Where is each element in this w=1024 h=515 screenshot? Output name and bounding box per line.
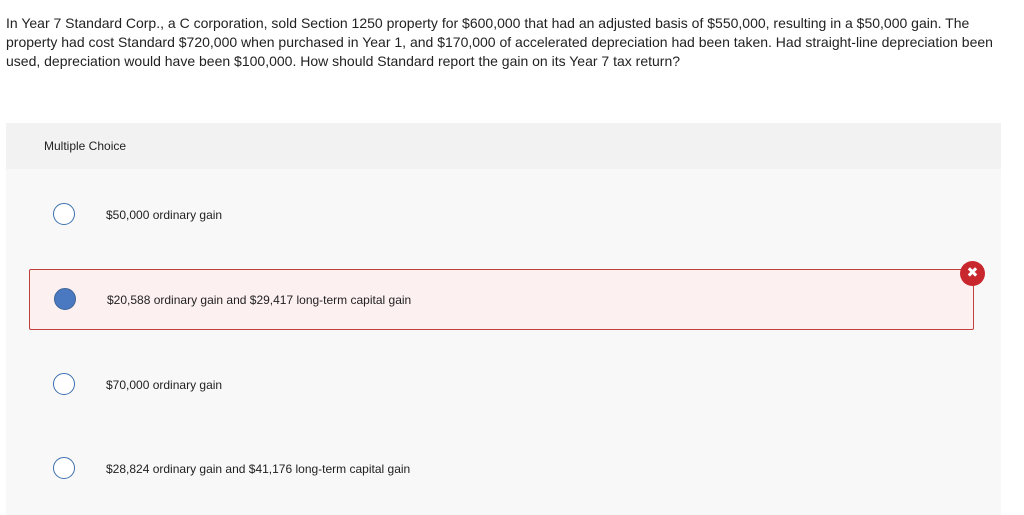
choice-option-a[interactable]: $50,000 ordinary gain — [29, 184, 974, 245]
question-text: In Year 7 Standard Corp., a C corporatio… — [6, 15, 993, 69]
choice-label: $70,000 ordinary gain — [106, 377, 223, 392]
radio-button[interactable] — [53, 456, 75, 479]
multiple-choice-panel: Multiple Choice $50,000 ordinary gain $2… — [6, 123, 1001, 515]
panel-header: Multiple Choice — [44, 139, 127, 153]
choice-option-d[interactable]: $28,824 ordinary gain and $41,176 long-t… — [29, 438, 974, 499]
radio-button-selected[interactable] — [54, 287, 76, 310]
choice-option-c[interactable]: $70,000 ordinary gain — [29, 354, 974, 415]
choices-area: $50,000 ordinary gain $20,588 ordinary g… — [6, 169, 1001, 515]
choice-label: $28,824 ordinary gain and $41,176 long-t… — [106, 461, 411, 476]
choice-label: $50,000 ordinary gain — [106, 207, 223, 222]
radio-button[interactable] — [53, 202, 75, 225]
radio-button[interactable] — [53, 372, 75, 395]
choice-label: $20,588 ordinary gain and $29,417 long-t… — [107, 292, 412, 307]
close-icon: ✖ — [960, 261, 985, 286]
choice-option-b[interactable]: $20,588 ordinary gain and $29,417 long-t… — [29, 261, 985, 330]
